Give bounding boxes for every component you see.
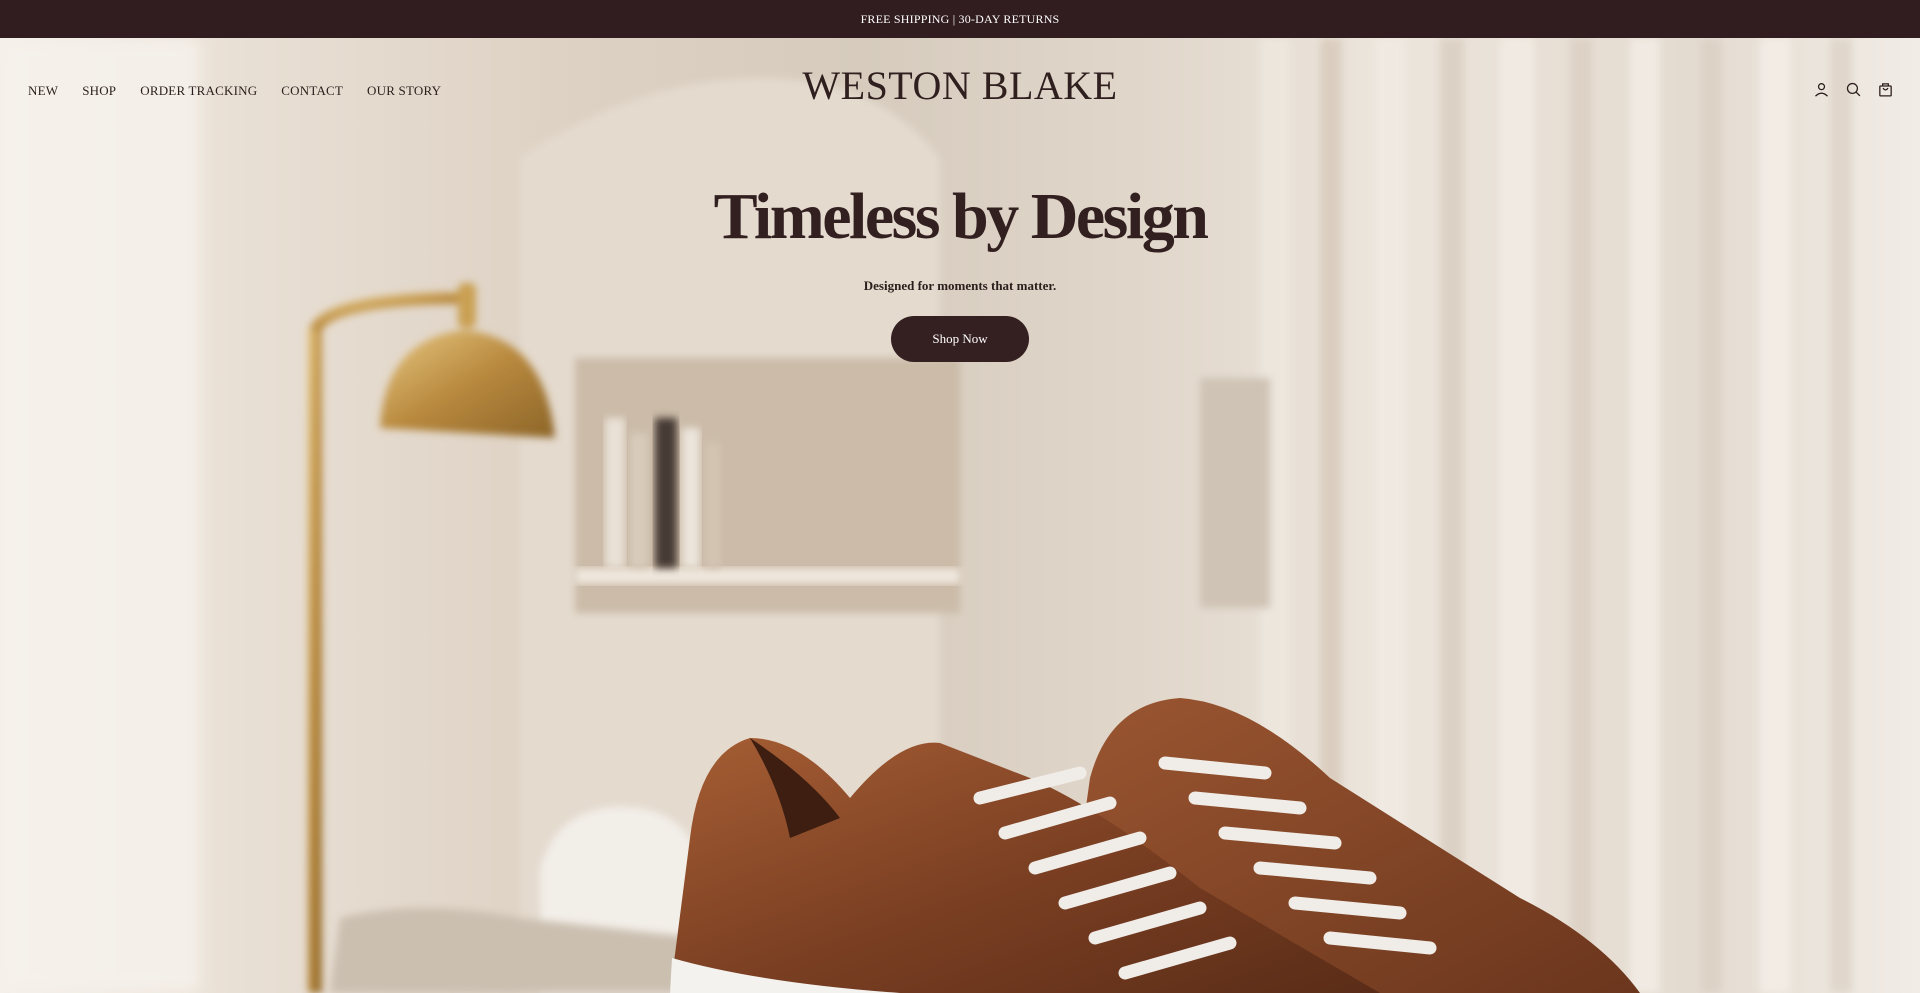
main-nav: NEW SHOP ORDER TRACKING CONTACT OUR STOR… [28, 82, 441, 100]
nav-item-contact[interactable]: CONTACT [281, 82, 343, 100]
nav-item-our-story[interactable]: OUR STORY [367, 82, 441, 100]
nav-item-order-tracking[interactable]: ORDER TRACKING [140, 82, 257, 100]
nav-item-new[interactable]: NEW [28, 82, 58, 100]
nav-link-new[interactable]: NEW [28, 83, 58, 98]
hero-title: Timeless by Design [713, 180, 1209, 253]
site-header: NEW SHOP ORDER TRACKING CONTACT OUR STOR… [0, 38, 1920, 138]
hero-subtitle: Designed for moments that matter. [863, 278, 1057, 293]
shop-now-button[interactable]: Shop Now [891, 316, 1029, 362]
announcement-text: FREE SHIPPING | 30-DAY RETURNS [860, 11, 1060, 26]
search-icon[interactable] [1844, 80, 1862, 98]
hero-copy: Timeless by Design Designed for moments … [0, 180, 1920, 362]
nav-link-contact[interactable]: CONTACT [281, 83, 343, 98]
nav-link-our-story[interactable]: OUR STORY [367, 83, 441, 98]
nav-link-shop[interactable]: SHOP [82, 83, 116, 98]
nav-item-shop[interactable]: SHOP [82, 82, 116, 100]
account-icon[interactable] [1812, 80, 1830, 98]
header-actions [1812, 80, 1894, 98]
cart-icon[interactable] [1876, 80, 1894, 98]
brand-logo[interactable]: WESTON BLAKE [802, 63, 1117, 108]
nav-link-order-tracking[interactable]: ORDER TRACKING [140, 83, 257, 98]
announcement-bar: FREE SHIPPING | 30-DAY RETURNS [0, 0, 1920, 38]
